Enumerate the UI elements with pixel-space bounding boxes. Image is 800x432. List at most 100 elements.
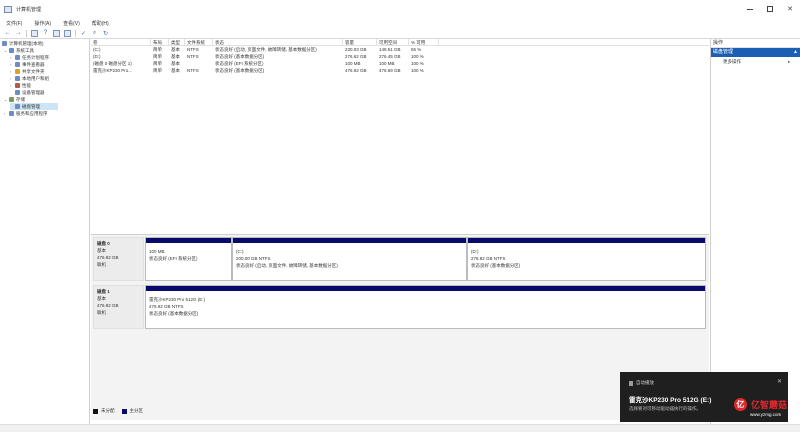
table-row[interactable]: 雷克沙KP230 Pro... 简单 基本 NTFS 状态良好 (基本数据分区)…: [91, 67, 709, 74]
minimize-icon: [747, 8, 753, 10]
partition-c[interactable]: (C:) 200.00 GB NTFS 状态良好 (启动, 页面文件, 故障转储…: [232, 237, 467, 281]
disk-label[interactable]: 磁盘 1 基本 476.92 GB 联机: [93, 285, 144, 329]
partition-status: 状态良好 (基本数据分区): [149, 311, 199, 316]
notification-message: 选择要对可移动驱动器执行的操作。: [629, 406, 701, 411]
brand-name: 亿智蘑菇: [751, 400, 788, 410]
menu-action[interactable]: 操作(A): [34, 20, 51, 27]
performance-icon: [15, 83, 20, 88]
computer-icon: [2, 41, 7, 46]
help-icon[interactable]: ?: [42, 30, 49, 37]
actions-selected-label: 磁盘管理: [713, 49, 734, 55]
menu-help[interactable]: 帮助(H): [92, 20, 109, 27]
legend-swatch-unallocated: [93, 408, 98, 414]
refresh-icon[interactable]: ↻: [102, 30, 109, 37]
properties-icon[interactable]: [64, 29, 71, 37]
toolbar-separator: [26, 29, 27, 37]
partition-e[interactable]: 雷克沙KP230 Pro 512G (E:) 476.92 GB NTFS 状态…: [145, 285, 706, 329]
column-header-type[interactable]: 类型: [169, 39, 185, 46]
volume-status: 状态良好 (基本数据分区): [215, 68, 265, 73]
volume-filesystem: NTFS: [187, 68, 199, 73]
disk-legend: 未分配 主分区: [93, 408, 147, 414]
volume-filesystem: NTFS: [187, 47, 199, 52]
tree-item-disk-management[interactable]: 磁盘管理: [10, 103, 58, 110]
tree-item-system-tools[interactable]: ⌄ 系统工具: [4, 47, 34, 54]
column-header-percent-free[interactable]: % 可用: [409, 39, 439, 46]
check-icon[interactable]: ✓: [80, 30, 87, 37]
close-button[interactable]: ✕: [780, 0, 800, 18]
disk-name: 磁盘 1: [97, 289, 110, 294]
partition-status: 状态良好 (启动, 页面文件, 故障转储, 基本数据分区): [236, 263, 338, 268]
column-header-volume[interactable]: 卷: [91, 39, 151, 46]
notification-header: 自动播放: [629, 380, 654, 386]
partition-size: 100 MB: [149, 249, 165, 254]
volume-name: (C:): [93, 47, 101, 52]
tree-item-event-viewer[interactable]: › 事件查看器: [10, 61, 45, 68]
navigation-tree: 计算机管理(本地) ⌄ 系统工具 › 任务计划程序 › 事件查看器 › 共享文件…: [0, 39, 90, 424]
volume-capacity: 230.03 GB: [345, 47, 367, 52]
tree-item-storage[interactable]: ⌄ 存储: [4, 96, 25, 103]
tree-item-local-users[interactable]: › 本地用户和组: [10, 75, 49, 82]
column-header-layout[interactable]: 布局: [151, 39, 169, 46]
toolbar-separator: [75, 29, 76, 37]
tree-item-label: 性能: [22, 82, 31, 88]
actions-more[interactable]: 更多操作 ▸: [723, 59, 790, 65]
disk-row: 磁盘 0 基本 476.92 GB 联机 100 MB 状态良好 (EFI 系统…: [91, 237, 709, 281]
actions-disk-management[interactable]: 磁盘管理 ▲: [711, 48, 800, 57]
volume-percent-free: 100 %: [411, 61, 424, 66]
collapse-arrow-icon[interactable]: ▲: [793, 48, 798, 57]
maximize-button[interactable]: [760, 0, 780, 18]
close-icon[interactable]: ✕: [777, 378, 782, 385]
menu-view[interactable]: 查看(V): [63, 20, 80, 27]
disk-label[interactable]: 磁盘 0 基本 476.92 GB 联机: [93, 237, 144, 281]
partition-efi[interactable]: 100 MB 状态良好 (EFI 系统分区): [145, 237, 232, 281]
volume-free-space: 476.69 GB: [379, 68, 401, 73]
disk-status: 联机: [97, 262, 106, 267]
partition-size: 276.82 GB NTFS: [471, 256, 506, 261]
column-header-free-space[interactable]: 可用空间: [377, 39, 409, 46]
volume-type: 基本: [171, 47, 180, 52]
actions-header: 操作: [711, 39, 800, 48]
tree-item-device-manager[interactable]: 设备管理器: [10, 89, 45, 96]
menu-file[interactable]: 文件(F): [6, 20, 22, 27]
partition-status: 状态良好 (EFI 系统分区): [149, 256, 198, 261]
notification-source: 自动播放: [636, 380, 654, 385]
disk-size: 476.92 GB: [97, 255, 119, 260]
volume-name: (D:): [93, 54, 101, 59]
column-header-status[interactable]: 状态: [213, 39, 343, 46]
close-icon: ✕: [787, 5, 793, 13]
tree-root[interactable]: 计算机管理(本地): [2, 40, 44, 47]
volume-layout: 简单: [153, 47, 162, 52]
tree-item-performance[interactable]: › 性能: [10, 82, 31, 89]
disk-map: 磁盘 0 基本 476.92 GB 联机 100 MB 状态良好 (EFI 系统…: [91, 235, 709, 420]
forward-icon[interactable]: →: [15, 30, 22, 37]
partition-bar: [146, 238, 231, 243]
volume-status: 状态良好 (基本数据分区): [215, 54, 265, 59]
volume-capacity: 476.92 GB: [345, 68, 367, 73]
tree-item-label: 事件查看器: [22, 61, 45, 67]
column-header-filesystem[interactable]: 文件系统: [185, 39, 213, 46]
watermark: 亿 亿智蘑菇 www.yzmg.com: [734, 398, 788, 417]
volume-percent-free: 100 %: [411, 68, 424, 73]
search-icon[interactable]: ⌕: [91, 30, 98, 37]
volume-status: 状态良好 (启动, 页面文件, 故障转储, 基本数据分区): [215, 47, 317, 52]
partition-name: (C:): [236, 249, 244, 254]
tree-item-services-apps[interactable]: › 服务和应用程序: [4, 110, 48, 117]
tree-item-task-scheduler[interactable]: › 任务计划程序: [10, 54, 49, 61]
table-row[interactable]: (C:) 简单 基本 NTFS 状态良好 (启动, 页面文件, 故障转储, 基本…: [91, 46, 709, 53]
clock-icon: [15, 55, 20, 60]
partition-bar: [146, 286, 705, 291]
column-header-capacity[interactable]: 容量: [343, 39, 377, 46]
tree-item-shared-folders[interactable]: › 共享文件夹: [10, 68, 45, 75]
tree-item-label: 系统工具: [16, 47, 34, 53]
table-row[interactable]: (磁盘 0 磁盘分区 1) 简单 基本 状态良好 (EFI 系统分区) 100 …: [91, 60, 709, 67]
tree-item-label: 共享文件夹: [22, 68, 45, 74]
up-folder-icon[interactable]: [31, 29, 38, 37]
partition-d[interactable]: (D:) 276.82 GB NTFS 状态良好 (基本数据分区): [467, 237, 706, 281]
table-row[interactable]: (D:) 简单 基本 NTFS 状态良好 (基本数据分区) 276.62 GB …: [91, 53, 709, 60]
list-view-icon[interactable]: [53, 29, 60, 37]
disk-type: 基本: [97, 248, 106, 253]
tree-item-label: 本地用户和组: [22, 75, 49, 81]
back-icon[interactable]: ←: [4, 30, 11, 37]
minimize-button[interactable]: [740, 0, 760, 18]
volume-free-space: 276.45 GB: [379, 54, 401, 59]
